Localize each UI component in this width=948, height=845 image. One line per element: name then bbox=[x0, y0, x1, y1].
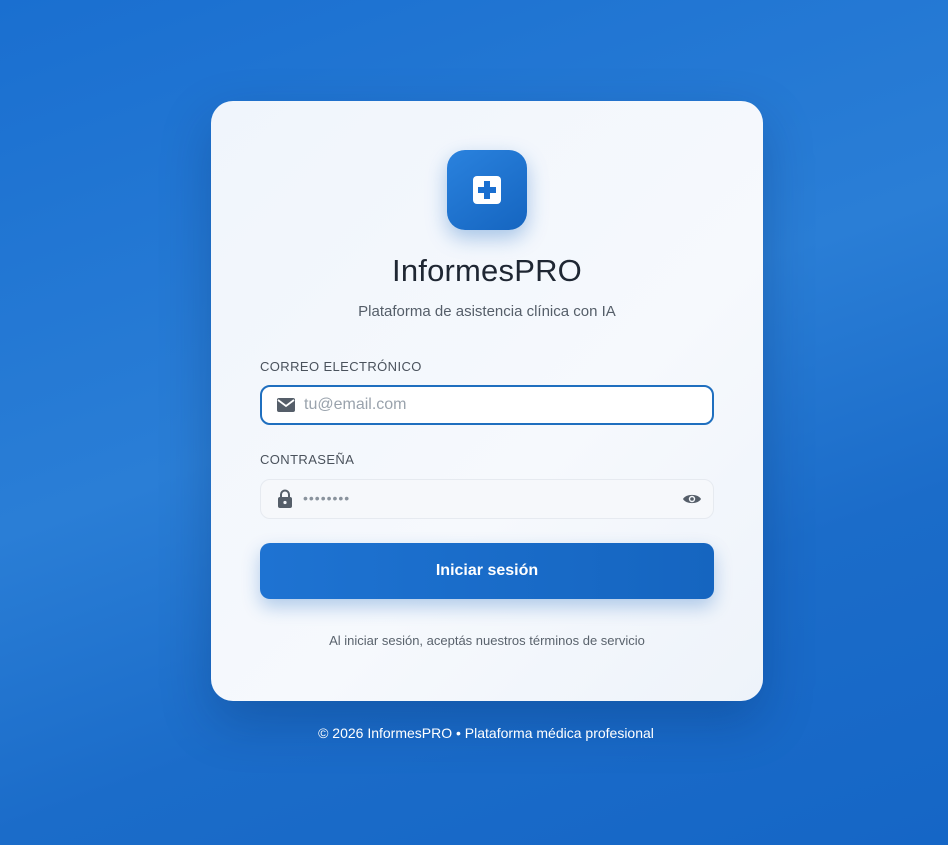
footer-text: © 2026 InformesPRO • Plataforma médica p… bbox=[318, 725, 654, 741]
password-field-container[interactable] bbox=[260, 479, 714, 519]
terms-text: Al iniciar sesión, aceptás nuestros térm… bbox=[329, 633, 645, 648]
password-input[interactable] bbox=[303, 480, 681, 518]
mail-icon bbox=[276, 395, 296, 415]
login-card: InformesPRO Plataforma de asistencia clí… bbox=[211, 101, 763, 701]
app-subtitle: Plataforma de asistencia clínica con IA bbox=[358, 303, 616, 320]
email-label: CORREO ELECTRÓNICO bbox=[260, 359, 422, 374]
login-button[interactable]: Iniciar sesión bbox=[260, 543, 714, 599]
email-field-container[interactable] bbox=[260, 385, 714, 425]
eye-icon[interactable] bbox=[681, 488, 703, 510]
email-input[interactable] bbox=[304, 387, 712, 423]
password-label: CONTRASEÑA bbox=[260, 452, 355, 467]
medical-cross-icon bbox=[472, 175, 502, 205]
lock-icon bbox=[275, 489, 295, 509]
app-title: InformesPRO bbox=[392, 253, 582, 288]
app-logo bbox=[447, 150, 527, 230]
